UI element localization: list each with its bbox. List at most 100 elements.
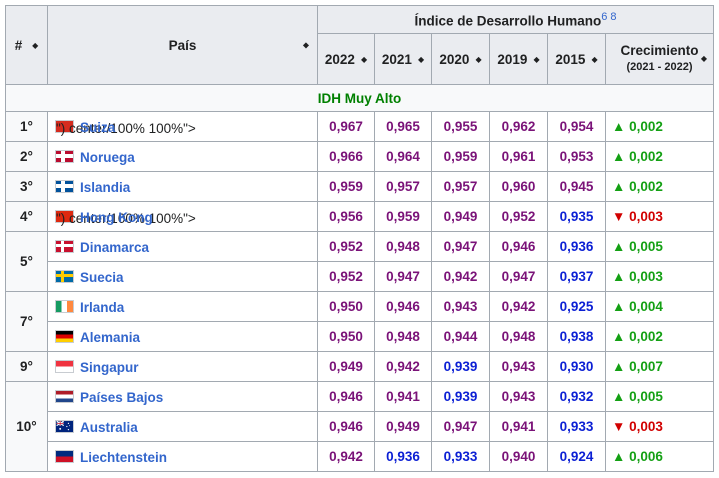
hdi-value-2021: 0,941 (374, 381, 432, 412)
growth-value: 0,003 (629, 209, 663, 224)
flag-switzerland-icon: ") center/100% 100%"> (55, 120, 196, 137)
rank-cell: 4° (5, 201, 48, 232)
growth-cell: ▲ 0,003 (605, 261, 714, 292)
country-cell: Australia (47, 411, 318, 442)
country-cell: Dinamarca (47, 231, 318, 262)
year-label: 2015 (555, 51, 586, 67)
country-link[interactable]: Países Bajos (80, 389, 163, 404)
growth-header-label: Crecimiento (620, 43, 699, 58)
hdi-value-2021: 0,936 (374, 441, 432, 472)
country-link[interactable]: Suecia (80, 269, 124, 284)
hdi-value-2021: 0,948 (374, 321, 432, 352)
hdi-value-2020: 0,947 (431, 411, 490, 442)
country-link[interactable]: Noruega (80, 149, 135, 164)
hdi-value-2021: 0,964 (374, 141, 432, 172)
table-row: 4° ") center/100% 100%">Hong Kong 0,956 0,9… (5, 201, 714, 232)
hdi-table: # ◆ País ◆ Índice de Desarrollo Humano6 … (5, 5, 714, 472)
growth-header-period: (2021 - 2022) (626, 61, 693, 73)
flag-hong-kong-icon: ") center/100% 100%"> (55, 210, 196, 227)
country-link[interactable]: Australia (80, 419, 138, 434)
hdi-value-2019: 0,942 (489, 291, 548, 322)
hdi-value-2022: 0,952 (317, 261, 375, 292)
sort-icon[interactable]: ◆ (418, 55, 424, 64)
hdi-value-2020: 0,939 (431, 351, 490, 382)
growth-cell: ▲ 0,002 (605, 141, 714, 172)
hdi-value-2020: 0,944 (431, 321, 490, 352)
hdi-value-2019: 0,948 (489, 321, 548, 352)
table-row: 5° Dinamarca 0,952 0,948 0,947 0,946 0,936 ▲ 0,… (5, 231, 714, 292)
hdi-value-2021: 0,949 (374, 411, 432, 442)
growth-cell: ▲ 0,002 (605, 171, 714, 202)
hdi-value-2022: 0,966 (317, 141, 375, 172)
hdi-value-2019: 0,962 (489, 111, 548, 142)
sort-icon[interactable]: ◆ (591, 55, 597, 64)
flag-singapore-icon (55, 360, 74, 374)
arrow-up-icon: ▲ (612, 359, 626, 374)
country-link[interactable]: Hong Kong (80, 209, 153, 224)
hdi-value-2019: 0,943 (489, 351, 548, 382)
hdi-value-2015: 0,933 (547, 411, 606, 442)
sort-icon[interactable]: ◆ (475, 55, 481, 64)
sort-icon[interactable]: ◆ (533, 55, 539, 64)
hdi-value-2019: 0,961 (489, 141, 548, 172)
country-header[interactable]: País ◆ (47, 5, 318, 85)
hdi-value-2015: 0,925 (547, 291, 606, 322)
hdi-value-2021: 0,946 (374, 291, 432, 322)
flag-sweden-icon (55, 270, 74, 284)
rank-header[interactable]: # ◆ (5, 5, 48, 85)
country-cell: Noruega (47, 141, 318, 172)
hdi-value-2020: 0,942 (431, 261, 490, 292)
hdi-value-2015: 0,930 (547, 351, 606, 382)
hdi-value-2019: 0,952 (489, 201, 548, 232)
growth-cell: ▲ 0,005 (605, 231, 714, 262)
table-row: 10° Países Bajos 0,946 0,941 0,939 0,943 0,932… (5, 381, 714, 472)
country-link[interactable]: Alemania (80, 329, 140, 344)
hdi-value-2022: 0,950 (317, 291, 375, 322)
hdi-value-2021: 0,959 (374, 201, 432, 232)
sort-icon[interactable]: ◆ (701, 55, 707, 63)
growth-header[interactable]: Crecimiento (2021 - 2022) ◆ (605, 33, 714, 85)
growth-cell: ▲ 0,006 (605, 441, 714, 472)
country-link[interactable]: Liechtenstein (80, 449, 167, 464)
rank-cell: 7° (5, 291, 48, 352)
sort-icon[interactable]: ◆ (32, 41, 38, 50)
country-link[interactable]: Irlanda (80, 299, 124, 314)
year-header-2020[interactable]: 2020 ◆ (431, 33, 490, 85)
growth-value: 0,002 (629, 329, 663, 344)
hdi-value-2022: 0,967 (317, 111, 375, 142)
arrow-down-icon: ▼ (612, 209, 626, 224)
hdi-value-2020: 0,955 (431, 111, 490, 142)
country-link[interactable]: Singapur (80, 359, 139, 374)
country-cell: Liechtenstein (47, 441, 318, 472)
year-header-2019[interactable]: 2019 ◆ (489, 33, 548, 85)
arrow-up-icon: ▲ (612, 149, 626, 164)
growth-cell: ▲ 0,007 (605, 351, 714, 382)
growth-value: 0,004 (629, 299, 663, 314)
hdi-value-2015: 0,953 (547, 141, 606, 172)
hdi-value-2022: 0,956 (317, 201, 375, 232)
table-row: Suecia 0,952 0,947 0,942 0,947 0,937 ▲ 0,003 (6, 261, 714, 292)
country-link[interactable]: Dinamarca (80, 239, 149, 254)
table-row: Liechtenstein 0,942 0,936 0,933 0,940 0,924 ▲ … (6, 441, 714, 472)
country-link[interactable]: Suiza (80, 119, 115, 134)
rank-header-label: # (14, 37, 23, 53)
hdi-value-2019: 0,940 (489, 441, 548, 472)
hdi-value-2019: 0,947 (489, 261, 548, 292)
growth-value: 0,007 (629, 359, 663, 374)
hdi-value-2022: 0,946 (317, 381, 375, 412)
reference-link[interactable]: 6 8 (601, 11, 616, 23)
year-header-2021[interactable]: 2021 ◆ (374, 33, 432, 85)
hdi-value-2015: 0,945 (547, 171, 606, 202)
year-header-2022[interactable]: 2022 ◆ (317, 33, 375, 85)
growth-value: 0,003 (629, 269, 663, 284)
rank-cell: 9° (5, 351, 48, 382)
country-link[interactable]: Islandia (80, 179, 130, 194)
year-header-2015[interactable]: 2015 ◆ (547, 33, 606, 85)
hdi-value-2020: 0,933 (431, 441, 490, 472)
country-cell: ") center/100% 100%">Suiza (47, 111, 318, 142)
hdi-value-2022: 0,952 (317, 231, 375, 262)
hdi-value-2020: 0,957 (431, 171, 490, 202)
sort-icon[interactable]: ◆ (303, 41, 309, 50)
sort-icon[interactable]: ◆ (361, 55, 367, 64)
hdi-value-2020: 0,939 (431, 381, 490, 412)
